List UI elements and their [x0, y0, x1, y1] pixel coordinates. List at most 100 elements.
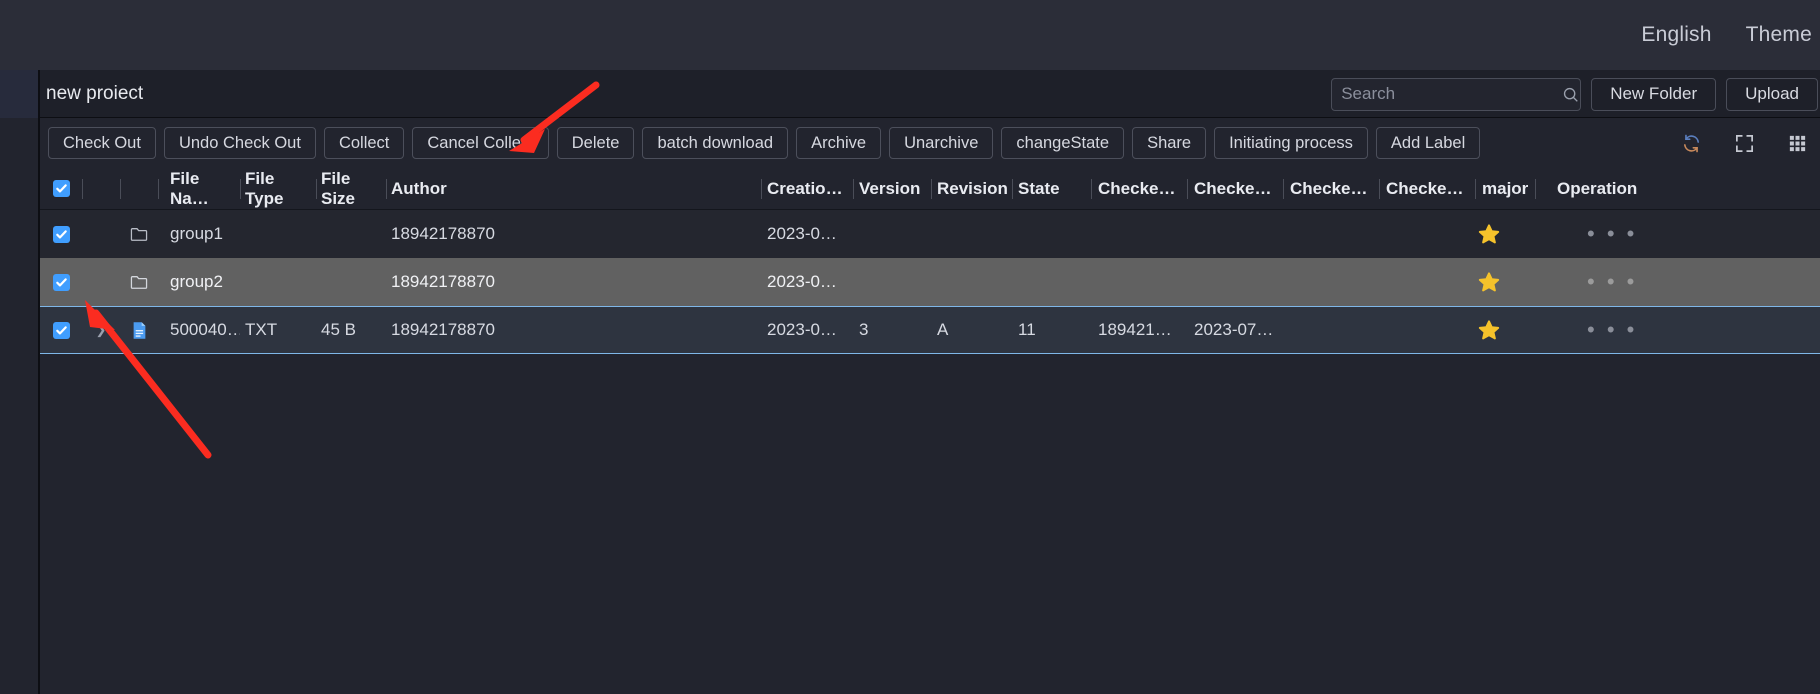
th-checked-1[interactable]: Checke…: [1091, 168, 1187, 210]
th-checked-2[interactable]: Checke…: [1187, 168, 1283, 210]
fullscreen-icon[interactable]: [1734, 133, 1755, 154]
search-icon: [1564, 87, 1578, 102]
row-type-icon-cell: [120, 210, 158, 258]
initiating-process-button[interactable]: Initiating process: [1214, 127, 1368, 159]
archive-button[interactable]: Archive: [796, 127, 882, 159]
page-title: new proiect: [46, 82, 144, 104]
cell-version: [853, 258, 931, 306]
theme-switcher[interactable]: Theme: [1746, 23, 1812, 47]
cell-file-name: group2: [170, 272, 223, 291]
cell-checked-1: [1091, 258, 1187, 306]
table-row[interactable]: group2 18942178870 2023-0… • • •: [40, 258, 1820, 306]
add-label-button[interactable]: Add Label: [1375, 127, 1481, 159]
search-input[interactable]: [1341, 84, 1563, 104]
folder-icon: [130, 276, 148, 289]
cell-checked-2: [1187, 210, 1283, 258]
th-checked-4[interactable]: Checke…: [1379, 168, 1475, 210]
star-icon[interactable]: [1478, 271, 1500, 293]
delete-button[interactable]: Delete: [556, 127, 635, 159]
select-all-checkbox[interactable]: [52, 180, 70, 197]
header-actions: New Folder Upload: [1331, 70, 1818, 118]
cell-author: 18942178870: [391, 320, 496, 339]
column-settings-icon[interactable]: [1787, 133, 1808, 154]
search-box[interactable]: [1331, 77, 1582, 111]
row-more-actions-button[interactable]: • • •: [1587, 319, 1637, 341]
cell-state: [1012, 210, 1091, 258]
row-checkbox[interactable]: [52, 273, 70, 291]
th-operation[interactable]: Operation: [1535, 168, 1665, 210]
cell-state: [1012, 258, 1091, 306]
star-icon[interactable]: [1478, 223, 1500, 245]
th-version[interactable]: Version: [853, 168, 931, 210]
cell-state: 11: [1018, 320, 1036, 339]
table-header-row: File Na… File Type File Size Author Crea…: [40, 168, 1820, 210]
chevron-right-icon[interactable]: ❯: [96, 322, 107, 338]
row-expander[interactable]: [82, 258, 120, 306]
new-folder-button[interactable]: New Folder: [1591, 77, 1717, 111]
cell-author: 18942178870: [391, 272, 496, 291]
row-type-icon-cell: [120, 258, 158, 306]
cell-file-name: group1: [170, 224, 223, 243]
th-file-size[interactable]: File Size: [316, 168, 386, 210]
folder-icon: [130, 228, 148, 241]
th-file-type[interactable]: File Type: [240, 168, 316, 210]
row-expander[interactable]: ❯: [82, 306, 120, 354]
refresh-icon[interactable]: [1681, 133, 1702, 154]
row-checkbox[interactable]: [52, 225, 70, 243]
cell-checked-4: [1379, 306, 1475, 354]
row-more-actions-button[interactable]: • • •: [1587, 271, 1637, 293]
cell-creation-time: 2023-0…: [767, 224, 837, 243]
collect-button[interactable]: Collect: [323, 127, 405, 159]
undo-check-out-button[interactable]: Undo Check Out: [163, 127, 316, 159]
cell-file-size: [316, 258, 386, 306]
row-checkbox[interactable]: [52, 321, 70, 339]
cell-checked-3: [1283, 210, 1379, 258]
left-sidebar-rail: [0, 70, 38, 694]
row-type-icon-cell: [120, 306, 158, 354]
row-checkbox-cell: [40, 210, 82, 258]
th-checked-3[interactable]: Checke…: [1283, 168, 1379, 210]
cell-file-size: [316, 210, 386, 258]
th-state[interactable]: State: [1012, 168, 1091, 210]
share-button[interactable]: Share: [1132, 127, 1207, 159]
row-expander[interactable]: [82, 210, 120, 258]
table-row[interactable]: group1 18942178870 2023-0… • • •: [40, 210, 1820, 258]
cell-checked-4: [1379, 210, 1475, 258]
upload-button[interactable]: Upload: [1726, 77, 1818, 111]
cell-creation-time: 2023-0…: [767, 320, 837, 339]
star-icon[interactable]: [1478, 319, 1500, 341]
cell-file-type: [240, 258, 316, 306]
cell-creation-time: 2023-0…: [767, 272, 837, 291]
cell-checked-4: [1379, 258, 1475, 306]
cell-operation: • • •: [1535, 210, 1665, 258]
cell-version: 3: [859, 320, 869, 339]
check-out-button[interactable]: Check Out: [48, 127, 156, 159]
cell-checked-2: [1187, 258, 1283, 306]
table-row[interactable]: ❯ 500040… TXT 45 B 18942178870 2023-0… 3…: [40, 306, 1820, 354]
sidebar-item-active[interactable]: [0, 70, 38, 118]
cell-operation: • • •: [1535, 258, 1665, 306]
th-creation-time[interactable]: Creatio…: [761, 168, 853, 210]
th-file-name[interactable]: File Na…: [158, 168, 240, 210]
cell-checked-1: [1091, 210, 1187, 258]
cell-version: [853, 210, 931, 258]
cell-operation: • • •: [1535, 306, 1665, 354]
cell-file-type: [240, 210, 316, 258]
th-author[interactable]: Author: [386, 168, 761, 210]
unarchive-button[interactable]: Unarchive: [889, 127, 994, 159]
row-more-actions-button[interactable]: • • •: [1587, 223, 1637, 245]
th-revision[interactable]: Revision: [931, 168, 1012, 210]
cell-major: [1475, 306, 1535, 354]
top-bar-links: English Theme: [1641, 23, 1820, 47]
breadcrumb-bar: new proiect New Folder Upload: [40, 70, 1820, 118]
batch-download-button[interactable]: batch download: [642, 127, 789, 159]
cell-revision: A: [937, 320, 949, 339]
change-state-button[interactable]: changeState: [1001, 127, 1125, 159]
cell-file-size: 45 B: [321, 320, 356, 339]
file-txt-icon: [133, 321, 145, 339]
cell-major: [1475, 258, 1535, 306]
th-major[interactable]: major: [1475, 168, 1535, 210]
select-all-cell: [40, 168, 82, 210]
cancel-collect-button[interactable]: Cancel Collect: [412, 127, 549, 159]
language-switcher[interactable]: English: [1641, 23, 1711, 47]
